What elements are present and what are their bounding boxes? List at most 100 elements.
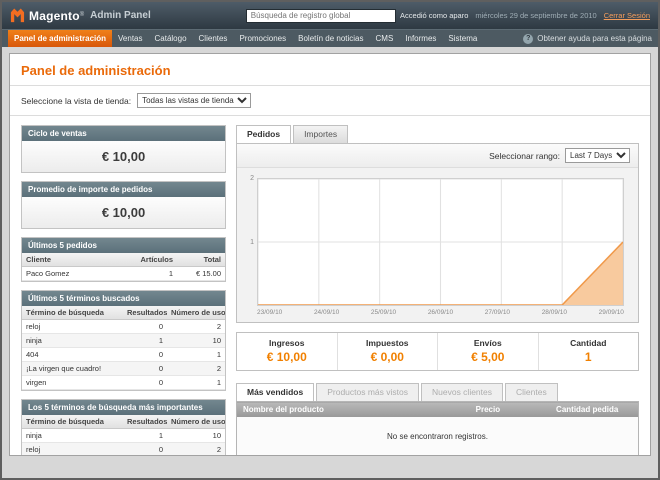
column-header: Resultados (123, 306, 167, 320)
table-cell: € 15.00 (177, 267, 225, 281)
stat-label: Cantidad (539, 338, 639, 348)
x-axis-label: 28/09/10 (542, 309, 567, 316)
stat-label: Ingresos (237, 338, 337, 348)
table-row: 40401 (22, 348, 225, 362)
dashboard-columns: Ciclo de ventas € 10,00 Promedio de impo… (10, 116, 650, 455)
last-search-terms-panel: Últimos 5 términos buscados Término de b… (21, 290, 226, 391)
range-label: Seleccionar rango: (489, 151, 560, 161)
orders-chart-container: Seleccionar rango: Last 7 Days 12 (236, 143, 639, 323)
table-cell: 1 (167, 348, 225, 362)
top-search-terms-table: Término de búsquedaResultadosNúmero de u… (22, 415, 225, 455)
x-axis-label: 24/09/10 (314, 309, 339, 316)
right-column: Pedidos Importes Seleccionar rango: Last… (236, 125, 639, 446)
main-nav: Panel de administración Ventas Catálogo … (2, 29, 658, 47)
nav-item-cms[interactable]: CMS (370, 30, 400, 47)
table-row: ninja110 (22, 429, 225, 443)
help-icon: ? (523, 34, 533, 44)
table-cell: 2 (167, 362, 225, 376)
store-view-select[interactable]: Todas las vistas de tienda (137, 93, 251, 108)
tab-mas-vendidos[interactable]: Más vendidos (236, 383, 314, 402)
nav-item-sistema[interactable]: Sistema (442, 30, 483, 47)
tab-pedidos[interactable]: Pedidos (236, 125, 291, 144)
sales-cycle-value: € 10,00 (22, 141, 225, 172)
stat-value: € 5,00 (438, 350, 538, 364)
table-row: reloj02 (22, 320, 225, 334)
y-axis-label: 2 (250, 175, 254, 182)
nav-item-clientes[interactable]: Clientes (193, 30, 234, 47)
column-header: Total (177, 253, 225, 267)
logo-text: Magento (29, 9, 80, 23)
top-search-terms-title: Los 5 términos de búsqueda más important… (22, 400, 225, 415)
help-link[interactable]: ? Obtener ayuda para esta página (523, 30, 652, 47)
table-cell: 1 (123, 334, 167, 348)
table-cell: 404 (22, 348, 123, 362)
logo-suffix: Admin Panel (90, 10, 151, 21)
table-cell: 0 (123, 348, 167, 362)
plot (257, 178, 624, 306)
tab-nuevos-clientes[interactable]: Nuevos clientes (421, 383, 503, 401)
header-user-area: Accedió como aparo miércoles 29 de septi… (400, 11, 650, 20)
content-area: Panel de administración Seleccione la vi… (2, 47, 658, 478)
magento-admin-window: Magento® Admin Panel Accedió como aparo … (0, 0, 660, 480)
logo-registered-mark: ® (80, 12, 84, 18)
table-cell: 10 (167, 429, 225, 443)
stat-ingresos: Ingresos € 10,00 (237, 333, 338, 370)
y-axis: 12 (243, 178, 257, 306)
column-header: Término de búsqueda (22, 415, 123, 429)
logout-link[interactable]: Cerrar Sesión (604, 11, 650, 20)
tab-productos-mas-vistos[interactable]: Productos más vistos (316, 383, 419, 401)
column-header: Resultados (123, 415, 167, 429)
table-cell: ninja (22, 429, 123, 443)
global-search-input[interactable] (246, 9, 396, 23)
stat-value: € 10,00 (237, 350, 337, 364)
products-tabs: Más vendidos Productos más vistos Nuevos… (236, 383, 639, 401)
nav-item-boletin[interactable]: Boletín de noticias (292, 30, 369, 47)
nav-item-catalogo[interactable]: Catálogo (149, 30, 193, 47)
tab-importes[interactable]: Importes (293, 125, 348, 143)
stat-envios: Envíos € 5,00 (438, 333, 539, 370)
table-cell: ¡La virgen que cuadro! (22, 362, 123, 376)
table-cell: ninja (22, 334, 123, 348)
help-link-label: Obtener ayuda para esta página (537, 34, 652, 43)
table-cell: 0 (123, 376, 167, 390)
x-axis: 23/09/1024/09/1025/09/1026/09/1027/09/10… (257, 306, 624, 318)
nav-item-promociones[interactable]: Promociones (233, 30, 292, 47)
empty-message: No se encontraron registros. (237, 417, 639, 455)
page-title: Panel de administración (21, 63, 639, 78)
chart-tabs: Pedidos Importes (236, 125, 639, 143)
table-cell: 1 (125, 267, 177, 281)
nav-item-dashboard[interactable]: Panel de administración (8, 30, 112, 47)
last-orders-table: ClienteArtículosTotal Paco Gomez1€ 15.00 (22, 253, 225, 281)
column-header: Número de usos (167, 415, 225, 429)
stat-label: Impuestos (338, 338, 438, 348)
table-row: reloj02 (22, 443, 225, 456)
store-view-label: Seleccione la vista de tienda: (21, 96, 131, 106)
sales-cycle-panel: Ciclo de ventas € 10,00 (21, 125, 226, 173)
y-axis-label: 1 (250, 239, 254, 246)
table-cell: 2 (167, 320, 225, 334)
sales-cycle-title: Ciclo de ventas (22, 126, 225, 141)
header-date: miércoles 29 de septiembre de 2010 (475, 11, 596, 20)
table-cell: 10 (167, 334, 225, 348)
column-header: Nombre del producto (237, 402, 470, 418)
average-order-title: Promedio de importe de pedidos (22, 182, 225, 197)
table-row: ninja110 (22, 334, 225, 348)
table-row: virgen01 (22, 376, 225, 390)
dashboard-card: Panel de administración Seleccione la vi… (9, 53, 651, 456)
nav-item-informes[interactable]: Informes (399, 30, 442, 47)
range-select[interactable]: Last 7 Days (565, 148, 630, 163)
tab-clientes[interactable]: Clientes (505, 383, 558, 401)
x-axis-label: 25/09/10 (371, 309, 396, 316)
table-cell: virgen (22, 376, 123, 390)
plot-wrap: 12 (243, 178, 624, 306)
table-cell: reloj (22, 443, 123, 456)
bestsellers-grid: Nombre del productoPrecioCantidad pedida… (236, 401, 639, 455)
left-column: Ciclo de ventas € 10,00 Promedio de impo… (21, 125, 226, 446)
nav-item-ventas[interactable]: Ventas (112, 30, 148, 47)
magento-logo: Magento® Admin Panel (10, 8, 151, 23)
table-cell: 1 (123, 429, 167, 443)
column-header: Término de búsqueda (22, 306, 123, 320)
last-search-terms-title: Últimos 5 términos buscados (22, 291, 225, 306)
column-header: Número de usos (167, 306, 225, 320)
average-order-value: € 10,00 (22, 197, 225, 228)
